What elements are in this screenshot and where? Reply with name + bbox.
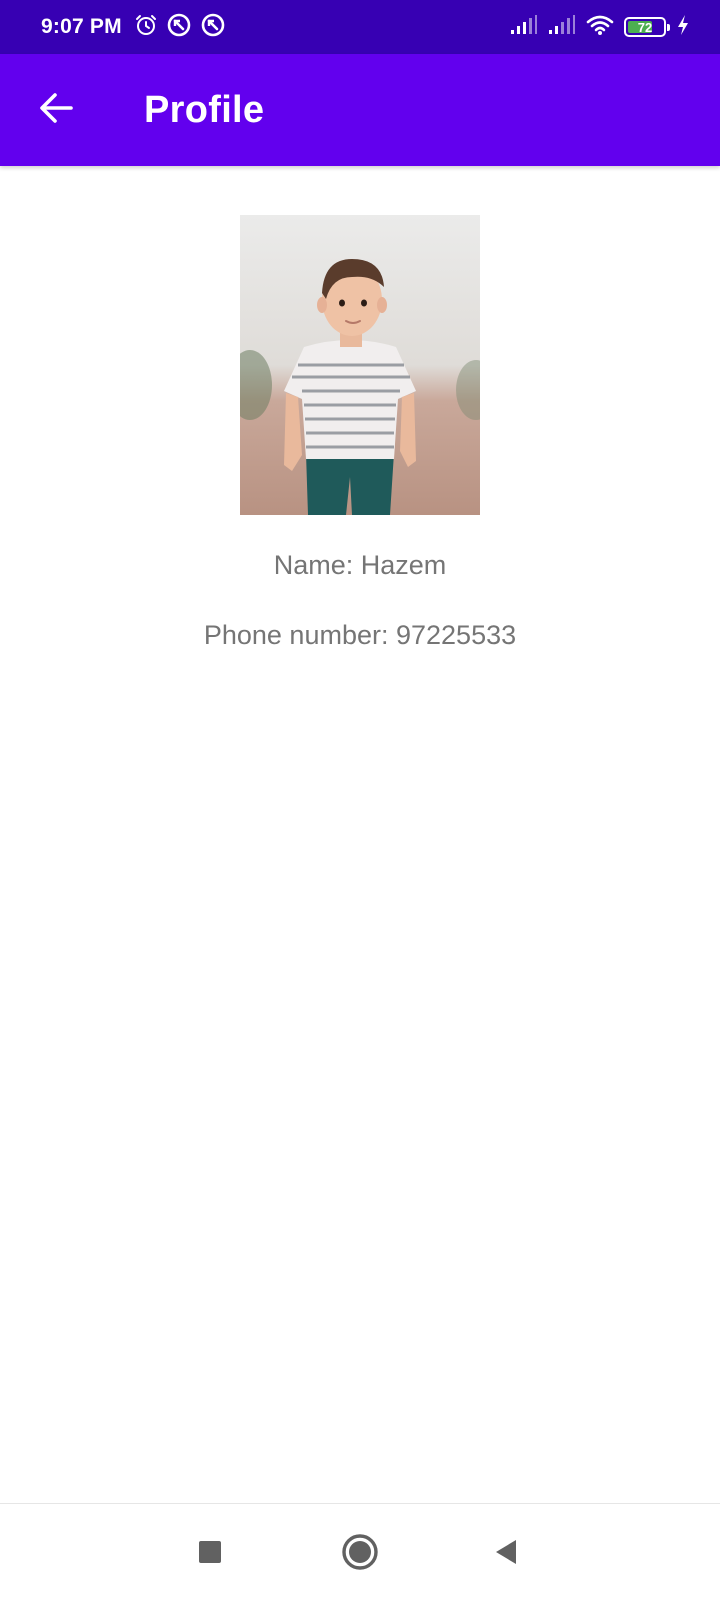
back-icon	[492, 1538, 520, 1571]
alarm-icon	[134, 13, 158, 42]
app-bar: Profile	[0, 54, 720, 166]
profile-name: Name: Hazem	[273, 550, 447, 580]
sync-off-icon	[200, 12, 226, 43]
signal-icon	[548, 14, 576, 40]
nav-back-button[interactable]	[478, 1526, 534, 1582]
profile-photo	[240, 215, 480, 515]
status-left-icons	[134, 12, 226, 43]
battery-tip	[667, 24, 670, 31]
home-button[interactable]	[332, 1526, 388, 1582]
arrow-back-icon	[38, 90, 74, 131]
battery-icon: 72	[624, 17, 670, 37]
recents-icon	[196, 1538, 224, 1571]
battery-level: 72	[637, 19, 653, 35]
sync-off-icon	[166, 12, 192, 43]
charging-icon	[676, 14, 690, 41]
status-bar: 9:07 PM 72	[0, 0, 720, 54]
page-title: Profile	[144, 88, 265, 131]
back-button[interactable]	[30, 84, 82, 136]
profile-screen: 9:07 PM 72 Profile Name: Hazem Phone num…	[0, 0, 720, 1600]
status-time: 9:07 PM	[41, 15, 122, 38]
recents-button[interactable]	[182, 1526, 238, 1582]
wifi-icon	[586, 14, 614, 41]
profile-phone: Phone number: 97225533	[203, 620, 517, 650]
signal-icon	[510, 14, 538, 40]
navigation-bar	[0, 1503, 720, 1600]
status-right-icons: 72	[510, 14, 690, 41]
home-icon	[340, 1532, 380, 1577]
